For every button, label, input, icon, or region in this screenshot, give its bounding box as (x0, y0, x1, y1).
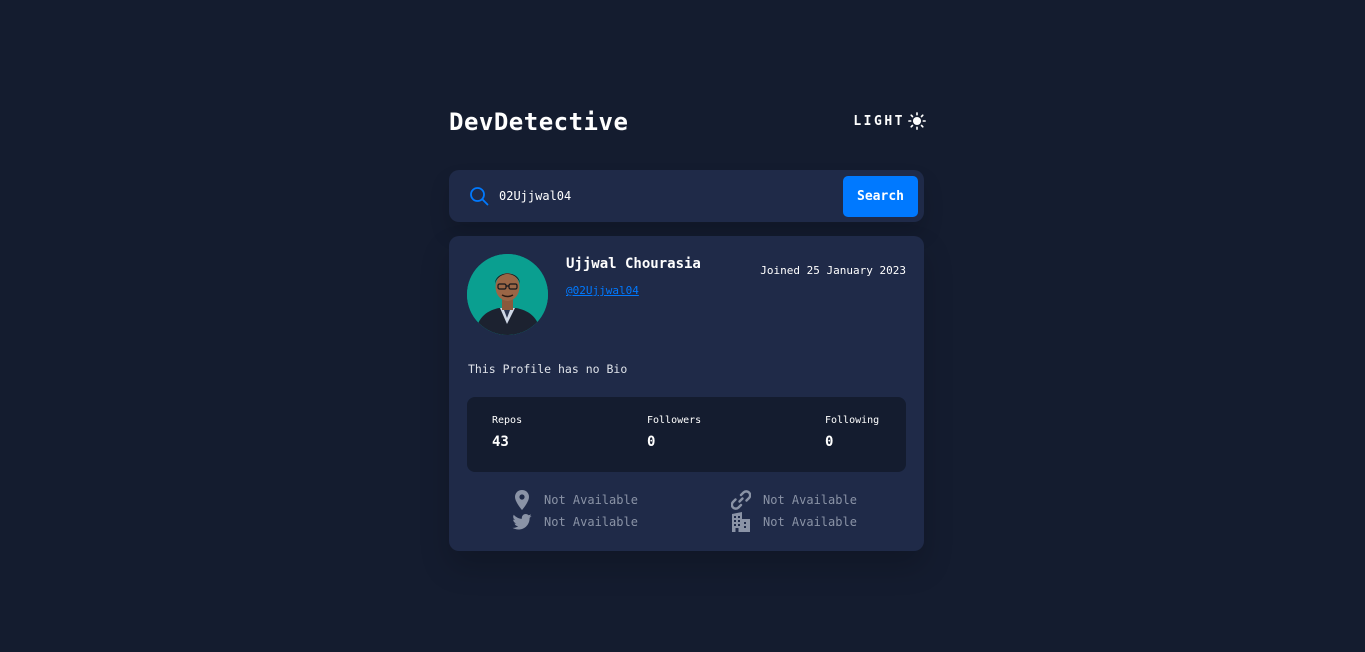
stat-followers-value: 0 (647, 434, 656, 450)
avatar (467, 254, 548, 335)
sun-icon (908, 112, 926, 130)
search-button[interactable]: Search (843, 176, 918, 217)
user-name: Ujjwal Chourasia (566, 256, 701, 272)
link-location: Not Available (512, 490, 638, 510)
theme-toggle-button[interactable]: LIGHT (853, 112, 926, 130)
stat-following-label: Following (825, 415, 880, 426)
stat-followers-label: Followers (647, 415, 702, 426)
app-logo: DevDetective (449, 108, 629, 136)
link-website[interactable]: Not Available (731, 490, 857, 510)
search-input[interactable] (499, 186, 829, 206)
stat-following: Following 0 (825, 415, 879, 450)
stat-followers: Followers 0 (647, 415, 701, 450)
theme-toggle-label: LIGHT (853, 113, 905, 129)
joined-date: Joined 25 January 2023 (760, 264, 906, 277)
stat-repos-label: Repos (492, 415, 523, 426)
website-text: Not Available (763, 493, 857, 507)
stat-repos-value: 43 (492, 434, 509, 450)
link-twitter[interactable]: Not Available (512, 512, 638, 532)
search-bar: Search (449, 170, 924, 222)
user-handle-link[interactable]: @02Ujjwal04 (566, 284, 639, 297)
location-text: Not Available (544, 493, 638, 507)
link-icon (731, 490, 751, 510)
building-icon (731, 512, 751, 532)
link-company: Not Available (731, 512, 857, 532)
app-container: DevDetective LIGHT 02Ujjwal04 Search Ujj… (449, 100, 926, 551)
location-icon (512, 490, 532, 510)
stat-repos: Repos 43 (492, 415, 522, 450)
profile-card: Ujjwal Chourasia @02Ujjwal04 Joined 25 J… (449, 236, 924, 551)
company-text: Not Available (763, 515, 857, 529)
profile-links: Not Available Not Available Not Availabl… (449, 488, 924, 538)
user-bio: This Profile has no Bio (468, 362, 628, 376)
stat-following-value: 0 (825, 434, 834, 450)
search-icon (469, 186, 489, 210)
header: DevDetective LIGHT (449, 100, 926, 142)
twitter-text: Not Available (544, 515, 638, 529)
twitter-icon (512, 514, 532, 530)
stats-panel: Repos 43 Followers 0 Following 0 (467, 397, 906, 472)
